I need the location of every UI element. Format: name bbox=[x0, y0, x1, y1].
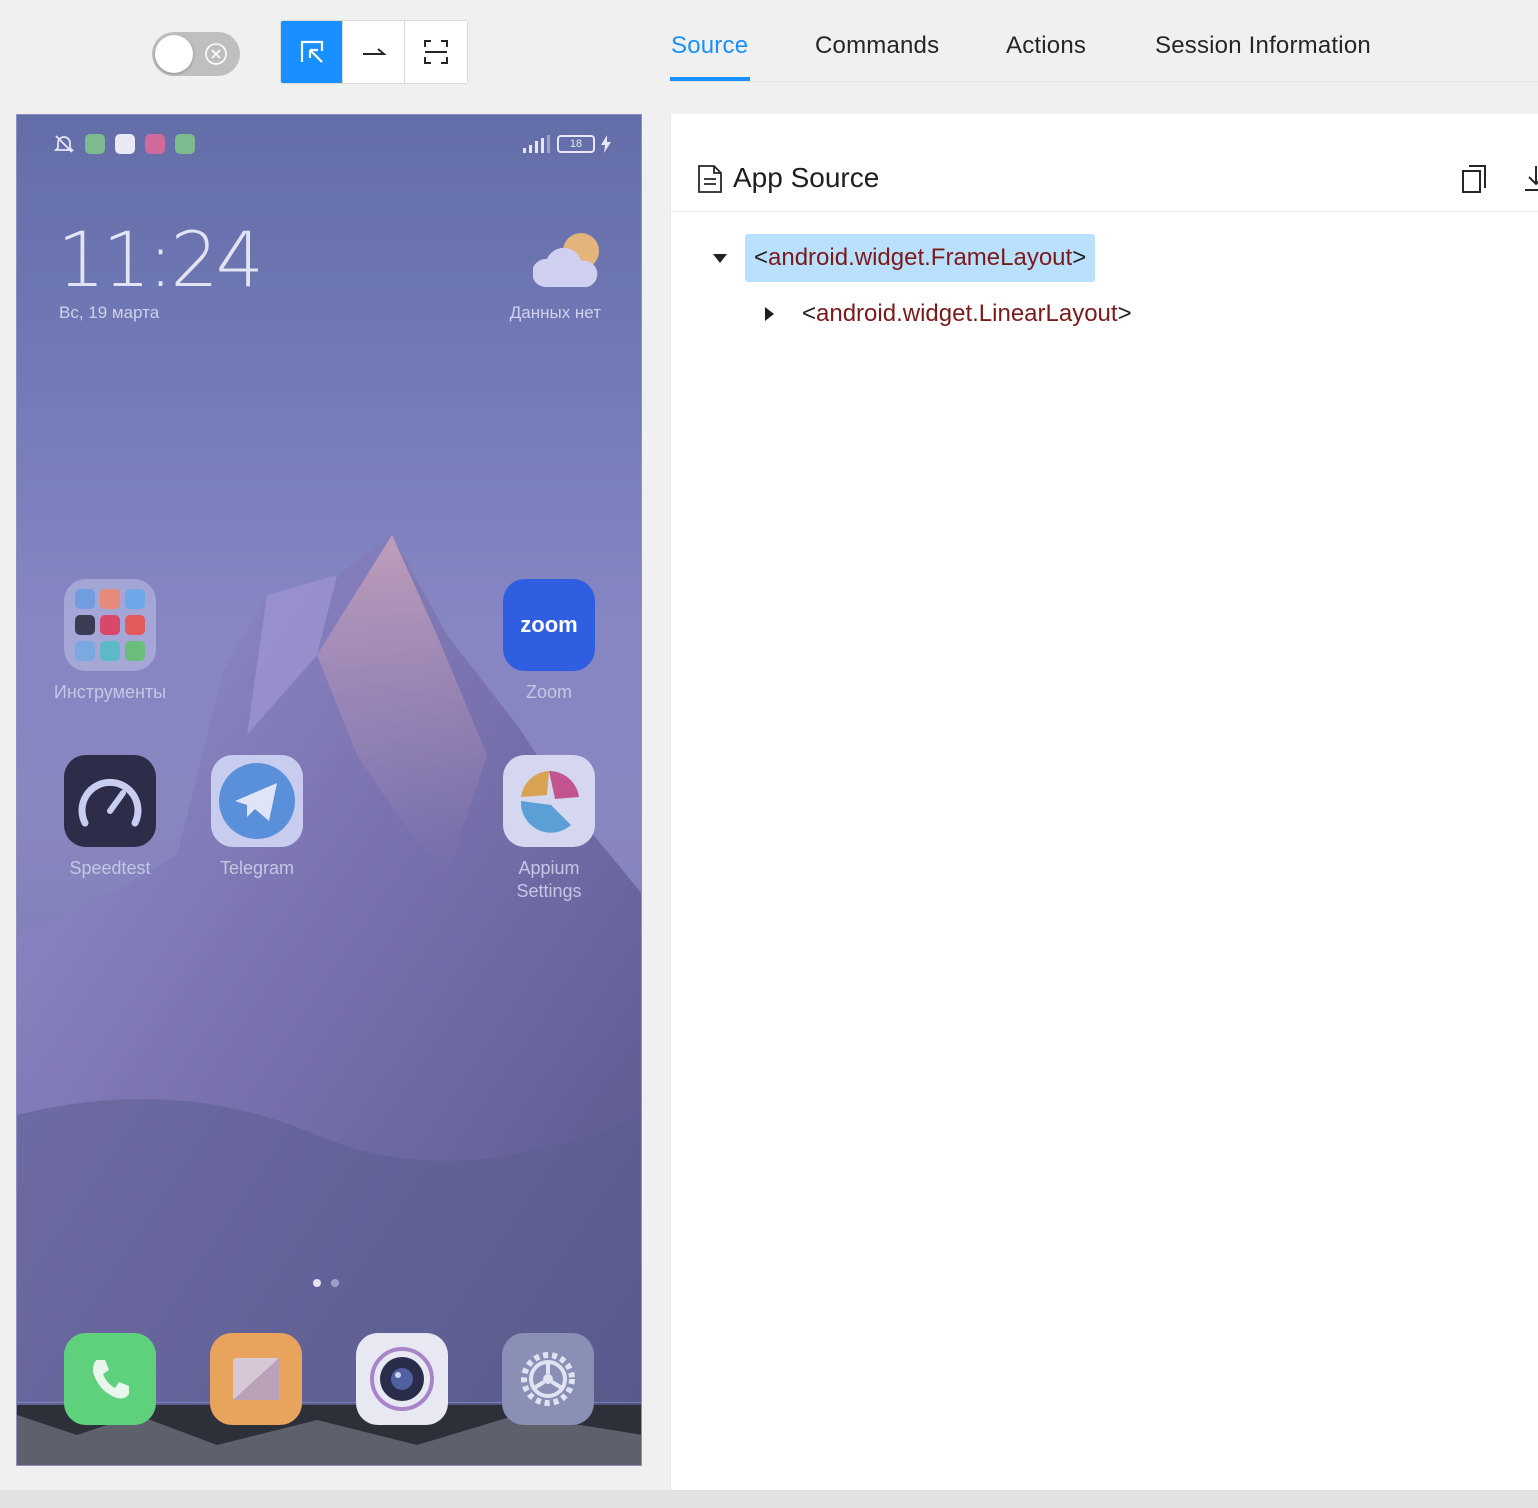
tab-session-information[interactable]: Session Information bbox=[1155, 32, 1371, 60]
app-label: Telegram bbox=[219, 858, 295, 878]
weather-cloud-icon bbox=[533, 233, 599, 287]
notification-android-icon bbox=[175, 134, 195, 154]
app-source-title: App Source bbox=[733, 162, 880, 193]
tab-actions[interactable]: Actions bbox=[1006, 32, 1086, 60]
tree-node-linearlayout[interactable]: < android.widget.LinearLayout > bbox=[765, 290, 1141, 338]
select-elements-button[interactable] bbox=[281, 21, 343, 83]
caret-down-icon[interactable] bbox=[713, 253, 727, 263]
app-label: Appium Settings bbox=[516, 858, 582, 901]
dock-notes[interactable] bbox=[210, 1333, 302, 1425]
clock: 11:24 bbox=[57, 215, 264, 304]
app-zoom[interactable]: zoom Zoom bbox=[484, 579, 614, 704]
tree-node-label[interactable]: < android.widget.FrameLayout > bbox=[745, 234, 1096, 282]
app-appium-settings[interactable]: Appium Settings bbox=[484, 755, 614, 903]
app-label: Инструменты bbox=[53, 682, 167, 702]
tap-by-coordinates-button[interactable] bbox=[405, 21, 467, 83]
weather-status: Данных нет bbox=[509, 303, 601, 322]
device-screenshot[interactable]: 18 11:24 Вс, 19 марта Данных нет Инструм… bbox=[16, 114, 642, 1466]
inspector-mode-toggle[interactable] bbox=[152, 32, 240, 76]
page-dot-active bbox=[313, 1279, 321, 1287]
notes-icon bbox=[233, 1358, 279, 1400]
caret-right-icon[interactable] bbox=[765, 307, 774, 321]
settings-icon bbox=[521, 1352, 575, 1406]
charging-icon bbox=[601, 135, 611, 153]
notification-app-icon bbox=[85, 134, 105, 154]
speedtest-icon bbox=[64, 755, 156, 847]
file-text-icon bbox=[698, 165, 722, 193]
close-circle-icon bbox=[205, 43, 227, 65]
signal-icon bbox=[523, 135, 550, 153]
telegram-icon bbox=[211, 755, 303, 847]
inspector-tabs: Source Commands Actions Session Informat… bbox=[670, 0, 1538, 82]
notification-flower-icon bbox=[145, 134, 165, 154]
active-tab-indicator bbox=[670, 77, 750, 81]
tools-folder-icon bbox=[64, 579, 156, 671]
copy-xml-icon[interactable] bbox=[1461, 164, 1487, 194]
tab-commands[interactable]: Commands bbox=[815, 32, 939, 60]
phone-icon bbox=[93, 1360, 129, 1399]
swipe-button[interactable] bbox=[343, 21, 405, 83]
tree-node-label[interactable]: < android.widget.LinearLayout > bbox=[793, 290, 1141, 338]
app-source-header: App Source bbox=[671, 114, 1538, 212]
toggle-knob bbox=[155, 35, 193, 73]
download-xml-icon[interactable] bbox=[1523, 164, 1538, 194]
dock-settings[interactable] bbox=[502, 1333, 594, 1425]
page-dot bbox=[331, 1279, 339, 1287]
date: Вс, 19 марта bbox=[59, 303, 160, 322]
tree-node-framelayout[interactable]: < android.widget.FrameLayout > bbox=[713, 234, 1096, 282]
page-indicator bbox=[313, 1279, 339, 1287]
zoom-icon: zoom bbox=[503, 579, 595, 671]
app-speedtest[interactable]: Speedtest bbox=[45, 755, 175, 880]
interaction-mode-group bbox=[280, 20, 468, 84]
appium-icon bbox=[503, 755, 595, 847]
app-label: Zoom bbox=[525, 682, 572, 702]
dock-phone[interactable] bbox=[64, 1333, 156, 1425]
app-tools-folder[interactable]: Инструменты bbox=[45, 579, 175, 704]
app-telegram[interactable]: Telegram bbox=[192, 755, 322, 880]
select-elements-icon bbox=[300, 40, 323, 63]
app-label: Speedtest bbox=[69, 858, 151, 878]
silent-bell-icon bbox=[53, 135, 75, 153]
battery-icon: 18 bbox=[557, 135, 595, 153]
camera-icon bbox=[370, 1347, 434, 1411]
window-bottom-edge bbox=[0, 1490, 1538, 1508]
status-bar-left bbox=[53, 133, 195, 155]
dock-camera[interactable] bbox=[356, 1333, 448, 1425]
swipe-icon bbox=[362, 48, 387, 55]
tap-by-coordinates-icon bbox=[424, 40, 448, 64]
notification-mail-icon bbox=[115, 134, 135, 154]
tab-source[interactable]: Source bbox=[671, 32, 748, 60]
zoom-icon-text: zoom bbox=[520, 612, 578, 637]
status-bar-right: 18 bbox=[523, 135, 611, 153]
app-source-panel: App Source < android.widget.FrameLayout > … bbox=[670, 114, 1538, 1490]
